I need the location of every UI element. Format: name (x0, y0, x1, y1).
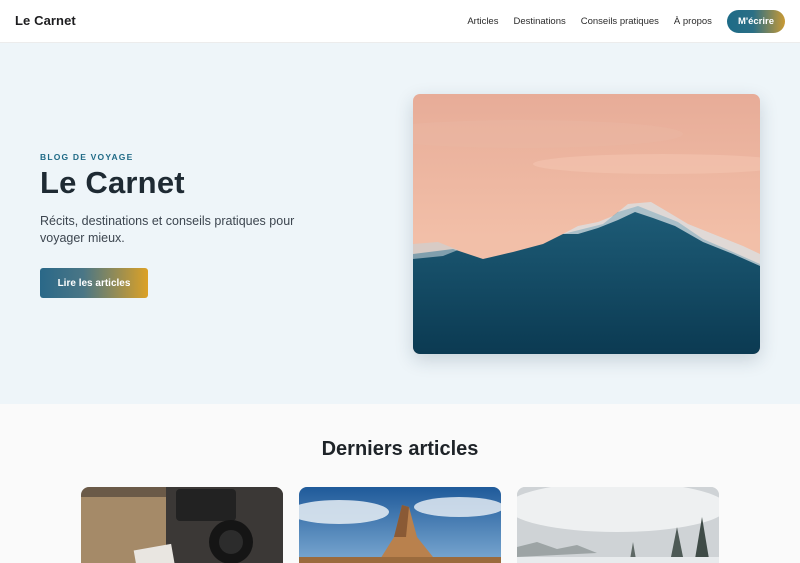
hero-title: Le Carnet (40, 165, 185, 200)
hero-kicker: BLOG DE VOYAGE (40, 152, 134, 162)
brand-logo[interactable]: Le Carnet (15, 13, 76, 28)
read-articles-button[interactable]: Lire les articles (40, 268, 148, 298)
camera-map-image (81, 487, 283, 563)
article-card[interactable] (81, 487, 283, 563)
nav-link-destinations[interactable]: Destinations (513, 16, 565, 27)
mountain-sunset-image (413, 94, 760, 354)
hero-section: BLOG DE VOYAGE Le Carnet Récits, destina… (0, 43, 800, 404)
section-title: Derniers articles (321, 438, 479, 460)
site-header: Le Carnet Articles Destinations Conseils… (0, 0, 800, 43)
snowy-forest-image (517, 487, 719, 563)
latest-articles-section: Derniers articles (0, 404, 800, 563)
nav-link-a-propos[interactable]: À propos (674, 16, 712, 27)
article-card[interactable] (299, 487, 501, 563)
nav-link-articles[interactable]: Articles (467, 16, 498, 27)
article-card[interactable] (517, 487, 719, 563)
nav-link-conseils[interactable]: Conseils pratiques (581, 16, 659, 27)
hero-subtitle: Récits, destinations et conseils pratiqu… (40, 214, 295, 245)
desert-rock-image (299, 487, 501, 563)
contact-button[interactable]: M'écrire (726, 10, 785, 33)
main-nav: Articles Destinations Conseils pratiques… (452, 10, 785, 33)
